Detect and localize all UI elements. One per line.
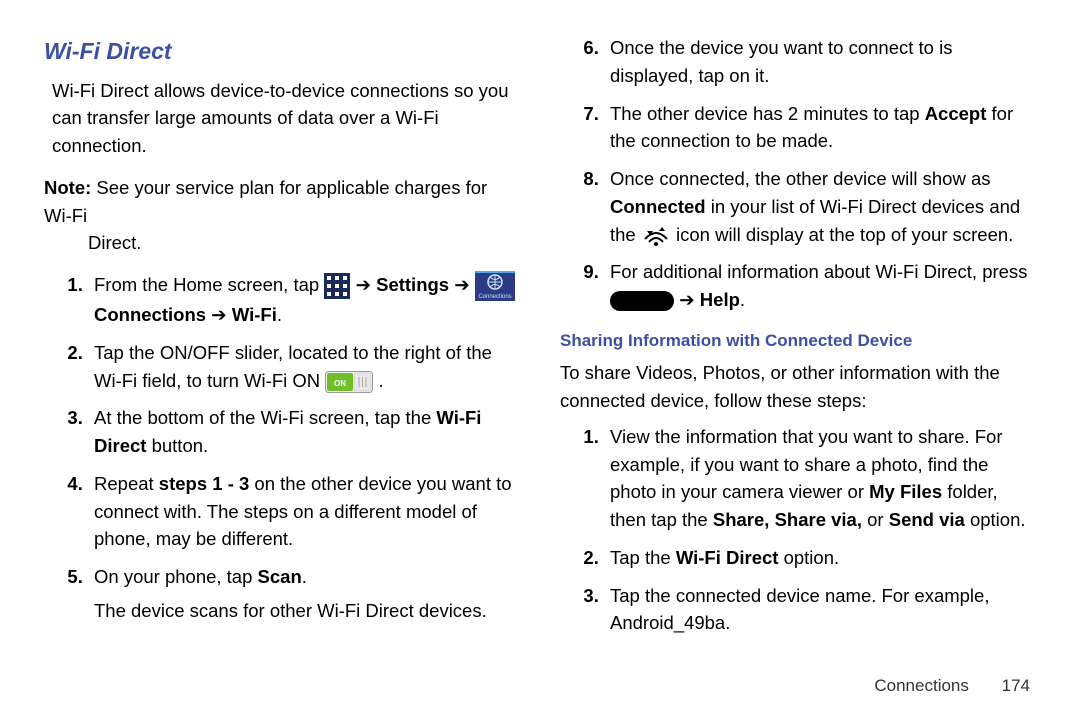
sh2-a: Tap the [610,547,676,568]
sh1-f: Send via [889,509,965,530]
step-8-b: Connected [610,196,706,217]
step-2-dot: . [378,370,383,391]
sh2-c: option. [778,547,839,568]
step-9: For additional information about Wi-Fi D… [604,258,1036,314]
settings-label: Settings [376,274,449,295]
step-9-dot: . [740,289,745,310]
share-step-1: View the information that you want to sh… [604,423,1036,534]
svg-text:ON: ON [334,379,346,388]
wifi-direct-icon [641,225,671,247]
footer-section: Connections [874,676,969,695]
step-7-b: Accept [925,103,987,124]
step-5-a: On your phone, tap [94,566,258,587]
sh2-b: Wi-Fi Direct [676,547,779,568]
step-9-a: For additional information about Wi-Fi D… [610,261,1027,282]
step-1: From the Home screen, tap ➔ Settings ➔ [88,271,520,329]
step-1-dot: . [277,304,282,325]
connections-label: Connections [94,304,206,325]
step-3-c: button. [146,435,208,456]
connections-tab-icon: Connections [475,271,515,301]
section-title: Wi-Fi Direct [44,34,520,69]
step-2: Tap the ON/OFF slider, located to the ri… [88,339,520,395]
step-5: On your phone, tap Scan. The device scan… [88,563,520,625]
help-label: Help [700,289,740,310]
step-8: Once connected, the other device will sh… [604,165,1036,248]
step-4: Repeat steps 1 - 3 on the other device y… [88,470,520,553]
step-6: Once the device you want to connect to i… [604,34,1036,90]
sh1-d: Share, Share via, [713,509,862,530]
step-5-c: . [302,566,307,587]
step-4-b: steps 1 - 3 [159,473,250,494]
step-2-text: Tap the ON/OFF slider, located to the ri… [94,342,492,391]
footer-page-number: 174 [1002,676,1030,695]
toggle-on-icon: ON [325,371,373,393]
note-text-a: See your service plan for applicable cha… [44,177,487,226]
step-5-d: The device scans for other Wi-Fi Direct … [94,597,520,625]
share-intro: To share Videos, Photos, or other inform… [560,359,1036,415]
step-1-arrow3: ➔ [211,304,232,325]
step-1-text-a: From the Home screen, tap [94,274,324,295]
sh1-b: My Files [869,481,942,502]
wifi-label: Wi-Fi [232,304,277,325]
step-8-a: Once connected, the other device will sh… [610,168,991,189]
menu-key-icon [610,291,674,311]
step-9-arrow: ➔ [679,289,700,310]
share-step-3: Tap the connected device name. For examp… [604,582,1036,638]
step-5-b: Scan [258,566,302,587]
note-label: Note: [44,177,91,198]
step-7: The other device has 2 minutes to tap Ac… [604,100,1036,156]
step-3-a: At the bottom of the Wi-Fi screen, tap t… [94,407,436,428]
step-1-arrow1: ➔ [355,274,376,295]
step-1-arrow2: ➔ [454,274,475,295]
share-title: Sharing Information with Connected Devic… [560,328,1036,354]
sh1-g: option. [965,509,1026,530]
step-8-d: icon will display at the top of your scr… [676,224,1013,245]
step-7-a: The other device has 2 minutes to tap [610,103,925,124]
svg-text:Connections: Connections [478,294,511,300]
intro-paragraph: Wi-Fi Direct allows device-to-device con… [52,77,520,160]
share-step-2: Tap the Wi-Fi Direct option. [604,544,1036,572]
note-block: Note: See your service plan for applicab… [44,174,520,257]
apps-grid-icon [324,273,350,299]
step-3: At the bottom of the Wi-Fi screen, tap t… [88,404,520,460]
note-text-b: Direct. [44,229,520,257]
sh1-e: or [862,509,889,530]
page-footer: Connections 174 [874,673,1030,699]
step-4-a: Repeat [94,473,159,494]
